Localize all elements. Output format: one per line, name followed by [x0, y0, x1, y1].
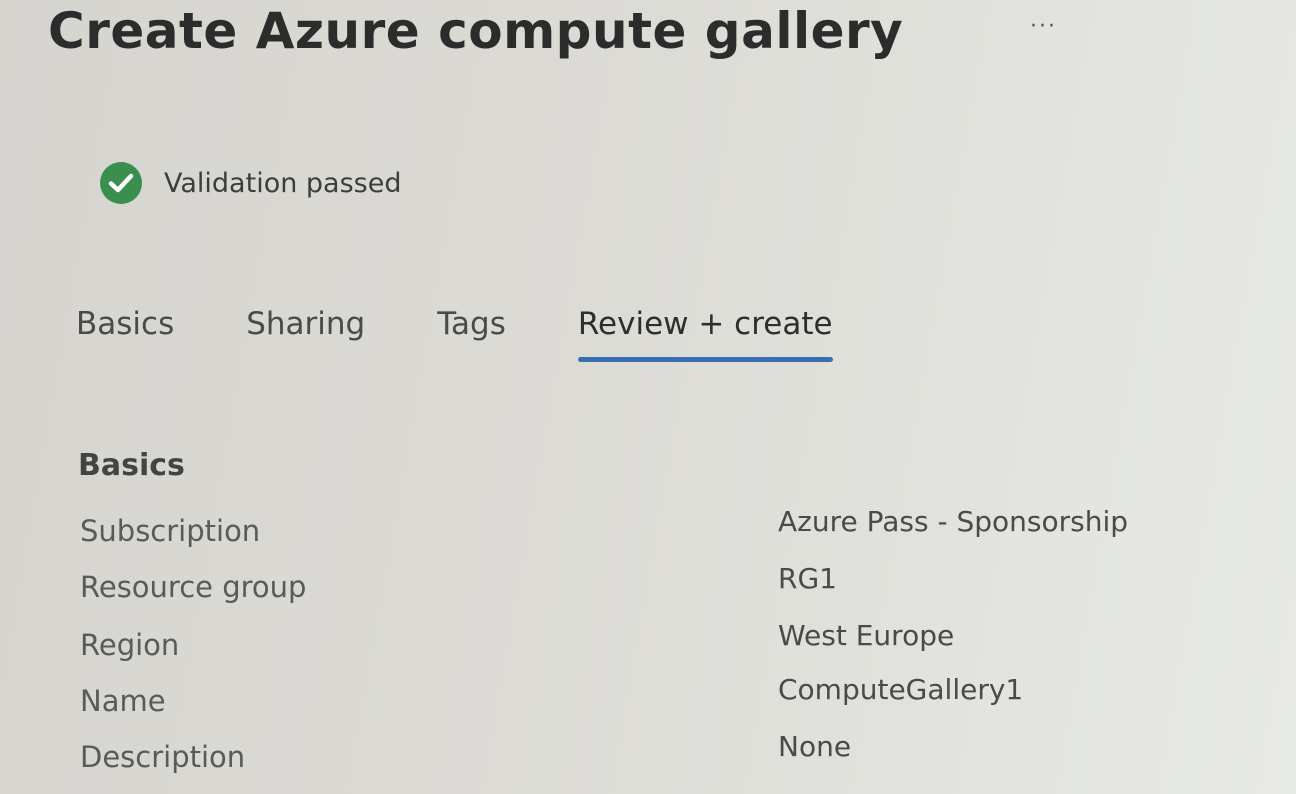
name-value: ComputeGallery1 [778, 673, 1024, 706]
azure-portal-page: Create Azure compute gallery ··· Validat… [0, 0, 1296, 794]
page-title: Create Azure compute gallery [48, 2, 904, 60]
tab-bar: Basics Sharing Tags Review + create [76, 306, 833, 362]
description-label: Description [80, 740, 246, 774]
tab-review-create[interactable]: Review + create [577, 306, 833, 362]
tab-basics[interactable]: Basics [76, 306, 174, 354]
tab-sharing[interactable]: Sharing [246, 306, 365, 354]
resource-group-label: Resource group [80, 570, 307, 604]
region-value: West Europe [778, 619, 955, 652]
description-value: None [778, 730, 852, 763]
validation-banner: Validation passed [98, 160, 401, 206]
resource-group-value: RG1 [778, 562, 837, 595]
validation-status-text: Validation passed [164, 167, 402, 199]
region-label: Region [80, 628, 180, 662]
subscription-label: Subscription [80, 514, 261, 548]
subscription-value: Azure Pass - Sponsorship [778, 505, 1129, 538]
name-label: Name [80, 684, 166, 718]
section-heading-basics: Basics [78, 448, 185, 483]
checkmark-circle-icon [98, 160, 144, 206]
tab-tags[interactable]: Tags [437, 306, 506, 354]
more-options-button[interactable]: ··· [1030, 14, 1057, 39]
